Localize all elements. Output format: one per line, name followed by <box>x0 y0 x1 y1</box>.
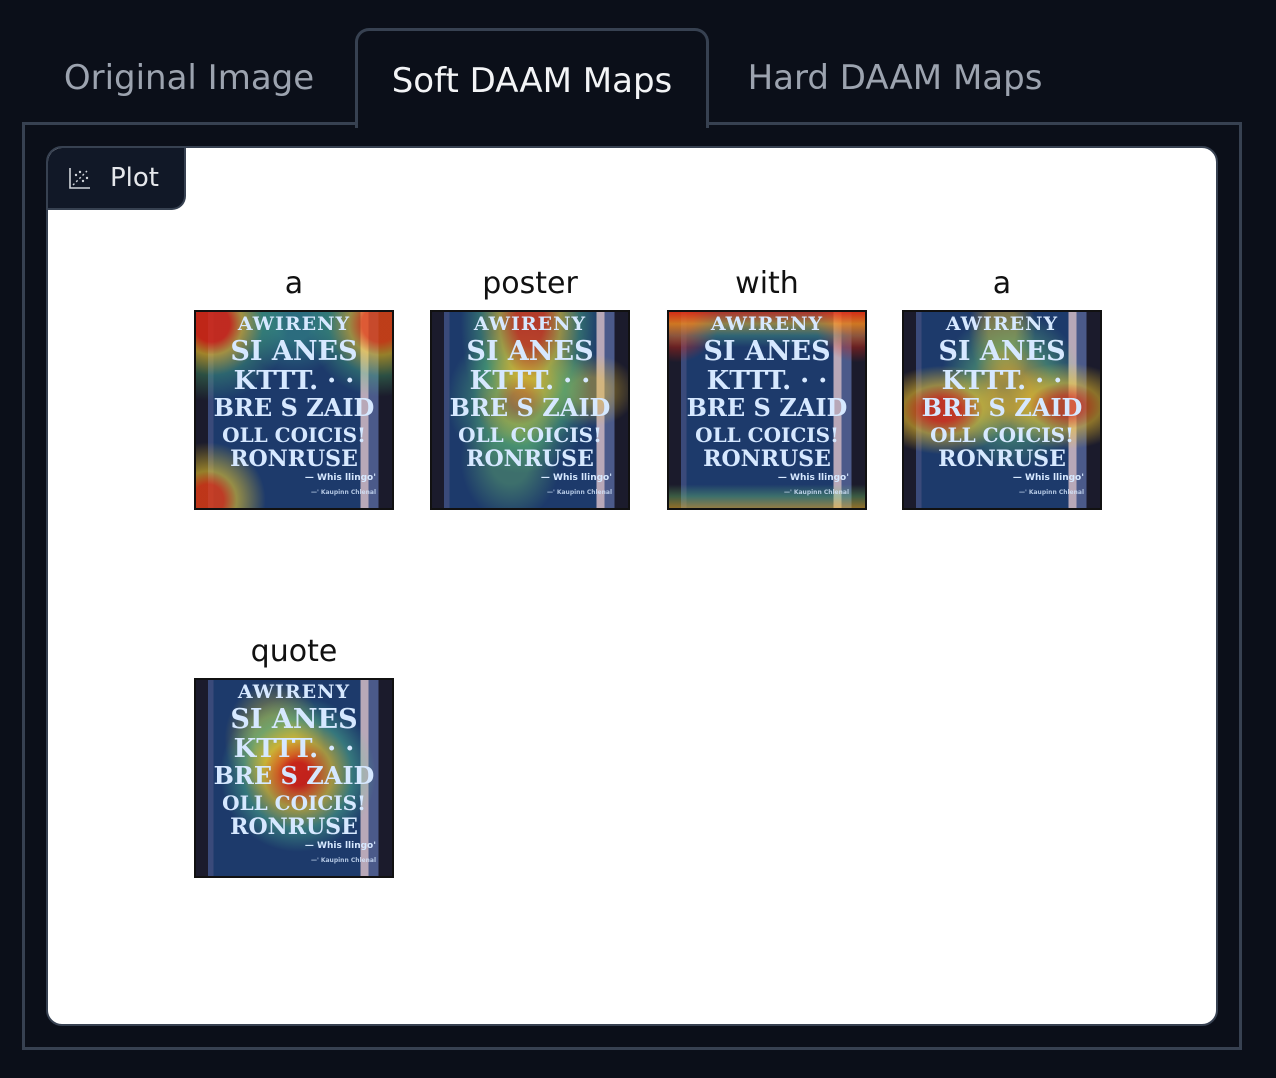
tab-hard-daam-maps[interactable]: Hard DAAM Maps <box>730 28 1060 126</box>
heatmap-image: AWIRENY SI ANES KTTT. · · BRE S ZAID OLL… <box>194 678 394 878</box>
heatmap-image: AWIRENY SI ANES KTTT. · · BRE S ZAID OLL… <box>194 310 394 510</box>
heatmap-image: AWIRENY SI ANES KTTT. · · BRE S ZAID OLL… <box>902 310 1102 510</box>
heatmap-image: AWIRENY SI ANES KTTT. · · BRE S ZAID OLL… <box>430 310 630 510</box>
poster-image: AWIRENY SI ANES KTTT. · · BRE S ZAID OLL… <box>213 681 376 864</box>
heatmap-image: AWIRENY SI ANES KTTT. · · BRE S ZAID OLL… <box>667 310 867 510</box>
subplot: with AWIRENY SI ANES KTTT. · · BRE S ZAI… <box>667 264 867 514</box>
plot-label: Plot <box>48 148 186 210</box>
tab-original-image[interactable]: Original Image <box>44 28 334 126</box>
poster-image: AWIRENY SI ANES KTTT. · · BRE S ZAID OLL… <box>213 313 376 496</box>
subplot: poster AWIRENY SI ANES KTTT. · · BRE S Z… <box>430 264 630 514</box>
tab-bar: Original Image Soft DAAM Maps Hard DAAM … <box>0 0 1276 128</box>
subplot-title: quote <box>250 634 338 669</box>
heatmap-figure: a AWIRENY SI ANES KTTT. · · BRE S ZAID O… <box>48 148 1216 1024</box>
subplot: quote AWIRENY SI ANES KTTT. · · BRE S ZA… <box>194 632 394 882</box>
plot-block: Plot a AWIRENY SI ANES KTTT. · · BRE S Z… <box>46 146 1218 1026</box>
poster-image: AWIRENY SI ANES KTTT. · · BRE S ZAID OLL… <box>921 313 1084 496</box>
subplot: a AWIRENY SI ANES KTTT. · · BRE S ZAID O… <box>194 264 394 514</box>
poster-image: AWIRENY SI ANES KTTT. · · BRE S ZAID OLL… <box>449 313 612 496</box>
subplot: a AWIRENY SI ANES KTTT. · · BRE S ZAID O… <box>902 264 1102 514</box>
subplot-title: a <box>992 266 1012 301</box>
plot-label-text: Plot <box>110 163 160 193</box>
chart-icon <box>68 166 92 190</box>
tab-soft-daam-maps[interactable]: Soft DAAM Maps <box>355 28 709 128</box>
poster-image: AWIRENY SI ANES KTTT. · · BRE S ZAID OLL… <box>686 313 849 496</box>
